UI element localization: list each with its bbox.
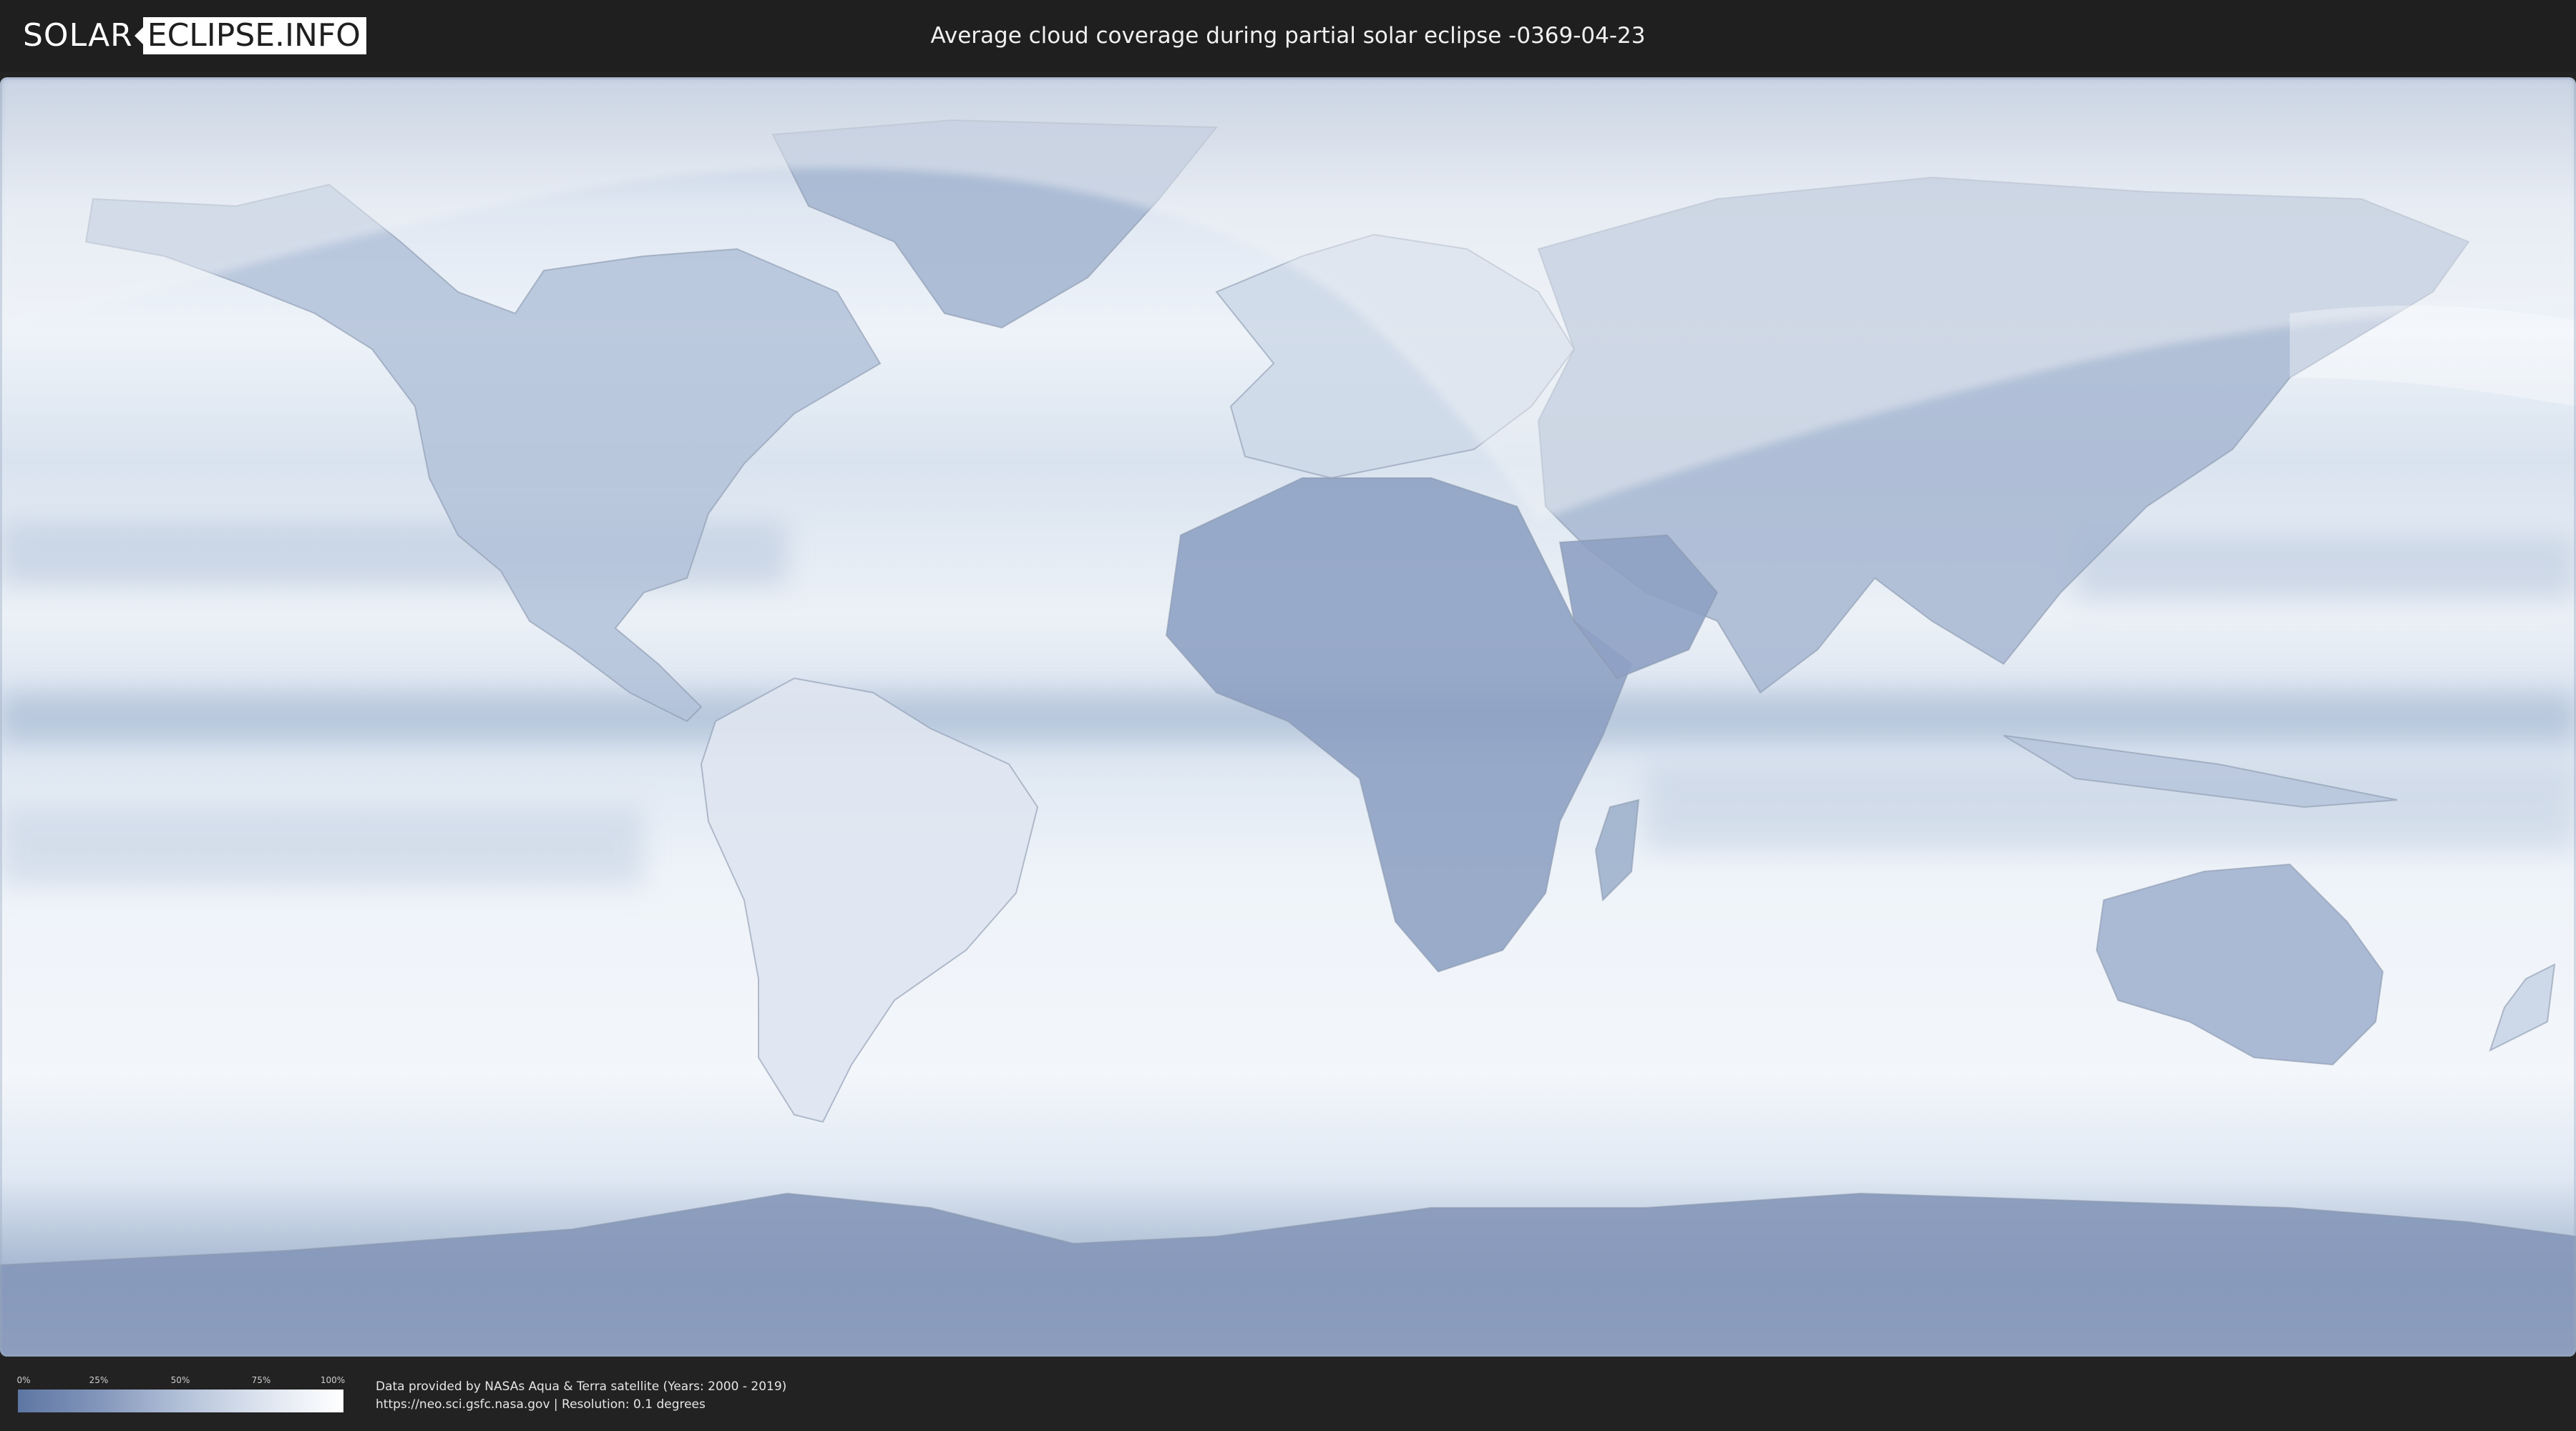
legend-tick-0: 0% xyxy=(16,1375,31,1385)
continent-south-america xyxy=(700,677,1039,1123)
eclipse-visibility-overlay-right xyxy=(2290,306,2576,406)
page: SOLAR ECLIPSE.INFO Average cloud coverag… xyxy=(0,0,2576,1431)
credits-source: Data provided by NASAs Aqua & Terra sate… xyxy=(376,1379,787,1394)
continent-australia xyxy=(2095,863,2384,1066)
world-map-graphic xyxy=(0,77,2576,1357)
legend-color-scale xyxy=(18,1390,343,1412)
island-new-zealand xyxy=(2489,963,2556,1052)
continent-antarctica xyxy=(0,1192,2576,1357)
data-credits: Data provided by NASAs Aqua & Terra sate… xyxy=(376,1378,786,1414)
header-bar: SOLAR ECLIPSE.INFO Average cloud coverag… xyxy=(0,0,2576,72)
legend-tick-75: 75% xyxy=(251,1375,271,1385)
island-madagascar xyxy=(1594,798,1640,902)
credits-link[interactable]: https://neo.sci.gsfc.nasa.gov | Resoluti… xyxy=(376,1396,786,1414)
legend-tick-100: 100% xyxy=(320,1375,346,1385)
legend-tick-25: 25% xyxy=(89,1375,109,1385)
page-title: Average cloud coverage during partial so… xyxy=(930,23,1646,49)
legend-tick-row: 0% 25% 50% 75% 100% xyxy=(16,1375,346,1387)
legend-tick-50: 50% xyxy=(170,1375,190,1385)
cloud-coverage-map[interactable] xyxy=(0,77,2576,1357)
